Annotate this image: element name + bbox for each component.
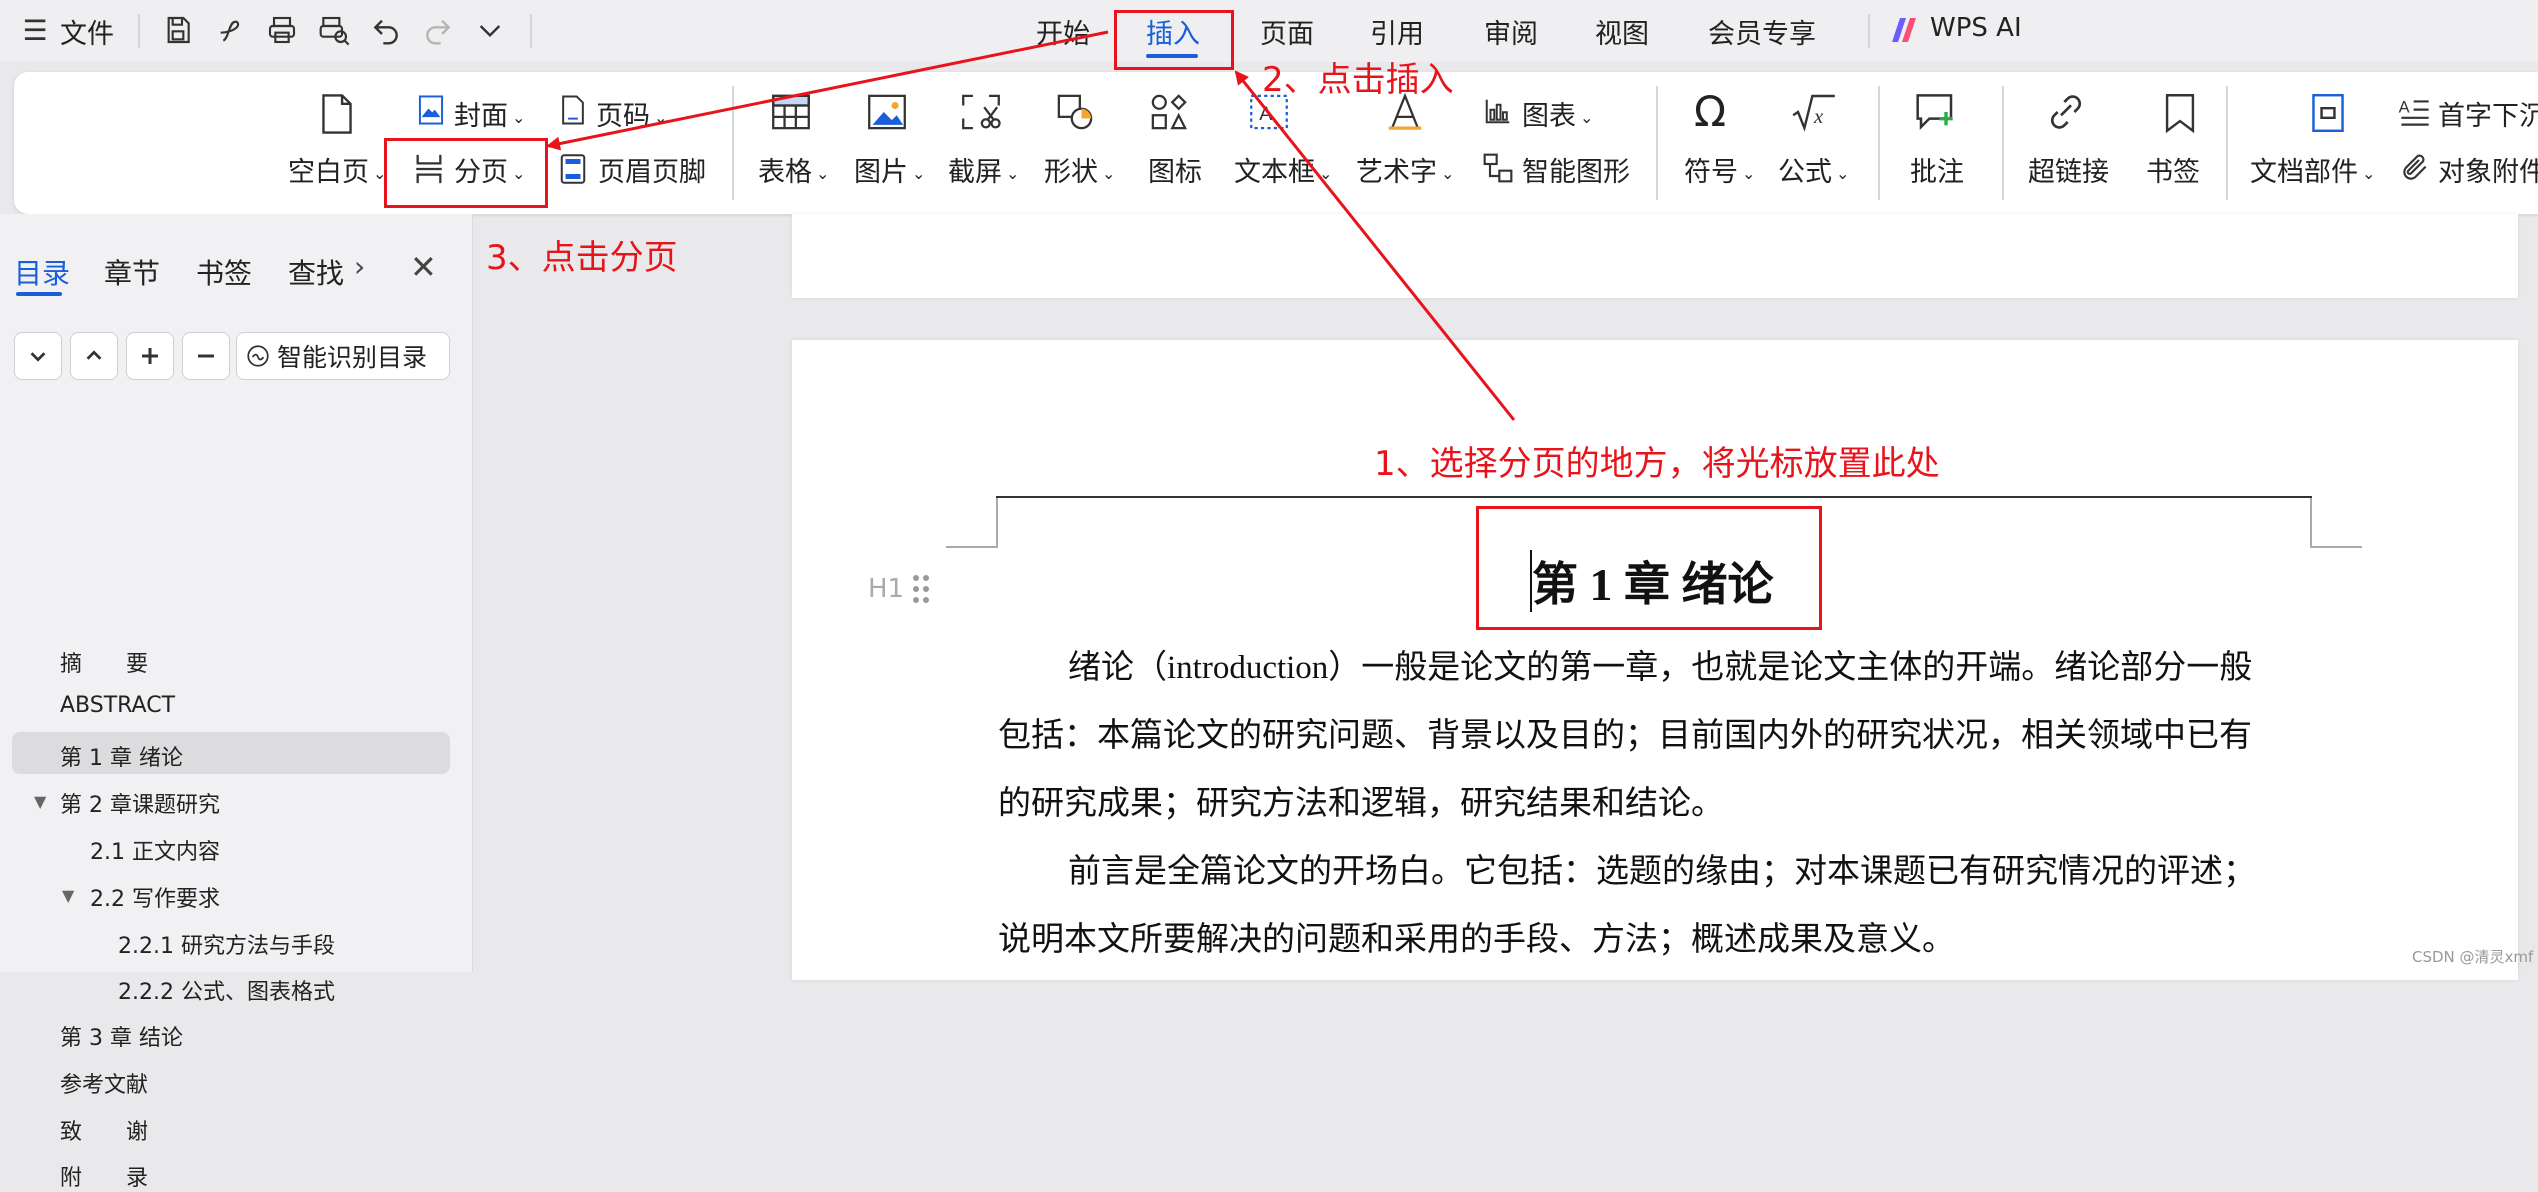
toc-item-chapter-3[interactable]: 第 3 章 结论	[60, 1020, 183, 1052]
arrow-insert-to-page-break	[546, 30, 1109, 151]
toc-item-references[interactable]: 参考文献	[60, 1067, 148, 1099]
watermark: CSDN @清灵xmf	[2412, 948, 2534, 966]
toc-item-appendix[interactable]: 附 录	[60, 1160, 148, 1192]
toc-item-acknowledgements[interactable]: 致 谢	[60, 1114, 148, 1146]
arrow-step1-to-insert	[1234, 70, 1516, 421]
annotation-arrows	[546, 30, 1516, 421]
toc-item-2-2-2[interactable]: 2.2.2 公式、图表格式	[118, 974, 335, 1006]
